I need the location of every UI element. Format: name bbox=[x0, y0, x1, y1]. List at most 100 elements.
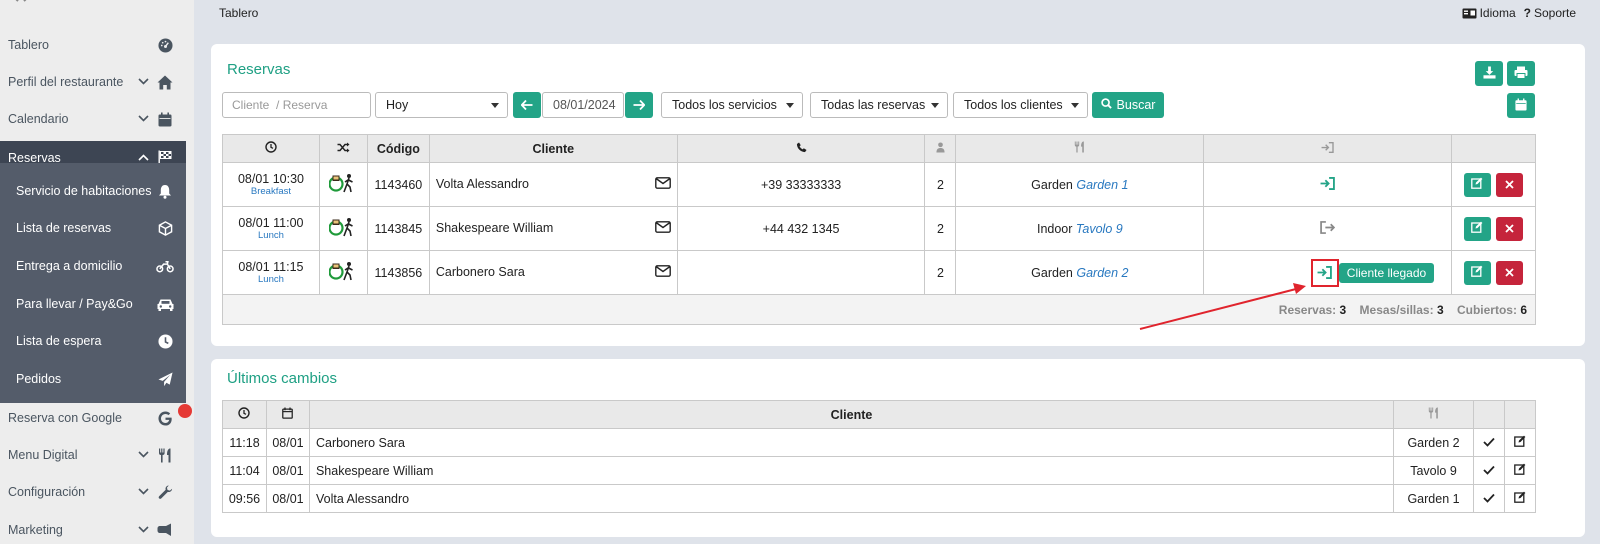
reservation-time: 08/01 11:15 bbox=[238, 260, 304, 274]
client-name[interactable]: Shakespeare William bbox=[436, 221, 553, 235]
submenu-item-servicio-habitaciones[interactable]: Servicio de habitaciones bbox=[0, 172, 186, 210]
table-header-row: Código Cliente bbox=[222, 134, 1537, 163]
period-select[interactable]: Hoy bbox=[375, 92, 508, 118]
clock-icon bbox=[238, 407, 251, 422]
edit-icon[interactable] bbox=[1514, 491, 1526, 506]
edit-cell bbox=[1503, 484, 1537, 513]
time-column-header[interactable] bbox=[222, 134, 320, 163]
client-name[interactable]: Volta Alessandro bbox=[436, 177, 529, 191]
delete-button[interactable] bbox=[1495, 216, 1523, 241]
date-column-header[interactable] bbox=[265, 400, 310, 429]
download-button[interactable] bbox=[1475, 61, 1503, 86]
sidebar-item-calendario[interactable]: Calendario bbox=[0, 101, 186, 137]
services-value: Todos los servicios bbox=[672, 98, 777, 112]
language-link[interactable]: Idioma bbox=[1462, 6, 1516, 20]
date-input[interactable]: 08/01/2024 bbox=[542, 92, 624, 118]
check-icon[interactable] bbox=[1483, 436, 1495, 450]
phone-icon bbox=[796, 141, 807, 156]
utensils-icon bbox=[156, 446, 174, 464]
client-column-header[interactable]: Cliente bbox=[428, 134, 678, 163]
edit-icon[interactable] bbox=[1514, 435, 1526, 450]
client-column-header[interactable]: Cliente bbox=[308, 400, 1395, 429]
paper-plane-icon bbox=[156, 370, 174, 388]
arrow-right-icon bbox=[633, 98, 646, 113]
table-link[interactable]: Tavolo 9 bbox=[1076, 222, 1123, 236]
sign-in-icon[interactable] bbox=[1320, 176, 1335, 193]
sign-in-icon[interactable] bbox=[1317, 266, 1332, 282]
service-label: Lunch bbox=[258, 274, 284, 285]
covers-column-header[interactable] bbox=[924, 134, 957, 163]
submenu-item-label: Entrega a domicilio bbox=[16, 259, 123, 273]
actions-cell bbox=[1450, 162, 1537, 207]
table-row[interactable]: 08/01 10:30 Breakfast 1143460 Volta Ales… bbox=[222, 162, 1537, 207]
search-button[interactable]: Buscar bbox=[1092, 92, 1164, 118]
reservation-time: 08/01 10:30 bbox=[237, 172, 304, 186]
changes-table: Cliente 11:18 08/01 Carbonero Sara Garde… bbox=[222, 400, 1537, 513]
check-icon[interactable] bbox=[1483, 492, 1495, 506]
sidebar-item-marketing[interactable]: Marketing bbox=[0, 512, 186, 544]
envelope-icon[interactable] bbox=[654, 221, 671, 236]
table-link[interactable]: Garden 1 bbox=[1076, 178, 1128, 192]
search-input[interactable] bbox=[222, 92, 371, 118]
arrival-highlight-box[interactable] bbox=[1311, 259, 1339, 287]
table-link[interactable]: Garden 2 bbox=[1076, 266, 1128, 280]
submenu-item-pedidos[interactable]: Pedidos bbox=[0, 360, 186, 398]
calendar-button[interactable] bbox=[1507, 93, 1535, 118]
delete-button[interactable] bbox=[1495, 260, 1523, 285]
reservations-select[interactable]: Todas las reservas bbox=[810, 92, 948, 118]
actions-column-header bbox=[1450, 134, 1537, 163]
sidebar-item-tablero[interactable]: Tablero bbox=[0, 27, 186, 63]
client-name[interactable]: Carbonero Sara bbox=[436, 265, 525, 279]
caret-down-icon bbox=[931, 103, 939, 108]
table-row[interactable]: 11:18 08/01 Carbonero Sara Garden 2 bbox=[222, 428, 1537, 457]
table-column-header[interactable] bbox=[1393, 400, 1474, 429]
date-cell: 08/01 bbox=[265, 428, 310, 457]
table-column-header[interactable] bbox=[955, 134, 1205, 163]
clients-select[interactable]: Todos los clientes bbox=[953, 92, 1088, 118]
edit-button[interactable] bbox=[1463, 172, 1491, 197]
sidebar-item-label: Calendario bbox=[8, 112, 69, 126]
edit-icon[interactable] bbox=[1514, 463, 1526, 478]
time-cell: 08/01 11:15 Lunch bbox=[222, 250, 320, 295]
sidebar-item-configuracion[interactable]: Configuración bbox=[0, 474, 186, 510]
covers-cell: 2 bbox=[924, 206, 957, 251]
chevron-down-icon bbox=[136, 524, 150, 536]
table-row[interactable]: 09:56 08/01 Volta Alessandro Garden 1 bbox=[222, 484, 1537, 513]
id-card-icon bbox=[1462, 8, 1477, 19]
chevron-down-icon bbox=[136, 486, 150, 498]
support-link[interactable]: ? Soporte bbox=[1524, 6, 1576, 20]
table-row[interactable]: 11:04 08/01 Shakespeare William Tavolo 9 bbox=[222, 456, 1537, 485]
time-cell: 08/01 11:00 Lunch bbox=[222, 206, 320, 251]
zone-name: Garden bbox=[1031, 265, 1073, 280]
print-button[interactable] bbox=[1507, 61, 1535, 86]
walk-in-status-icon[interactable] bbox=[328, 218, 357, 240]
table-row[interactable]: 08/01 11:00 Lunch 1143845 Shakespeare Wi… bbox=[222, 206, 1537, 251]
random-column-header[interactable] bbox=[318, 134, 368, 163]
envelope-icon[interactable] bbox=[654, 177, 671, 192]
submenu-item-entrega-domicilio[interactable]: Entrega a domicilio bbox=[0, 247, 186, 285]
services-select[interactable]: Todos los servicios bbox=[661, 92, 803, 118]
delete-button[interactable] bbox=[1495, 172, 1523, 197]
sidebar-item-reserva-google[interactable]: Reserva con Google bbox=[0, 400, 186, 436]
prev-day-button[interactable] bbox=[513, 92, 541, 118]
next-day-button[interactable] bbox=[625, 92, 653, 118]
code-column-header[interactable]: Código bbox=[366, 134, 430, 163]
submenu-item-para-llevar[interactable]: Para llevar / Pay&Go bbox=[0, 285, 186, 323]
envelope-icon[interactable] bbox=[654, 265, 671, 280]
sidebar-item-perfil[interactable]: Perfil del restaurante bbox=[0, 64, 186, 100]
arrival-column-header[interactable] bbox=[1203, 134, 1452, 163]
edit-button[interactable] bbox=[1463, 260, 1491, 285]
submenu-item-lista-espera[interactable]: Lista de espera bbox=[0, 322, 186, 360]
edit-button[interactable] bbox=[1463, 216, 1491, 241]
table-cell: Tavolo 9 bbox=[1393, 456, 1474, 485]
walk-in-status-icon[interactable] bbox=[328, 174, 357, 196]
walk-in-status-icon[interactable] bbox=[328, 262, 357, 284]
submenu-item-lista-reservas[interactable]: Lista de reservas bbox=[0, 209, 186, 247]
phone-column-header[interactable] bbox=[676, 134, 926, 163]
utensils-icon bbox=[1428, 407, 1439, 422]
sidebar-item-menu-digital[interactable]: Menu Digital bbox=[0, 437, 186, 473]
check-icon[interactable] bbox=[1483, 464, 1495, 478]
cube-icon bbox=[156, 219, 174, 237]
time-column-header[interactable] bbox=[222, 400, 267, 429]
sign-out-icon[interactable] bbox=[1320, 220, 1336, 237]
